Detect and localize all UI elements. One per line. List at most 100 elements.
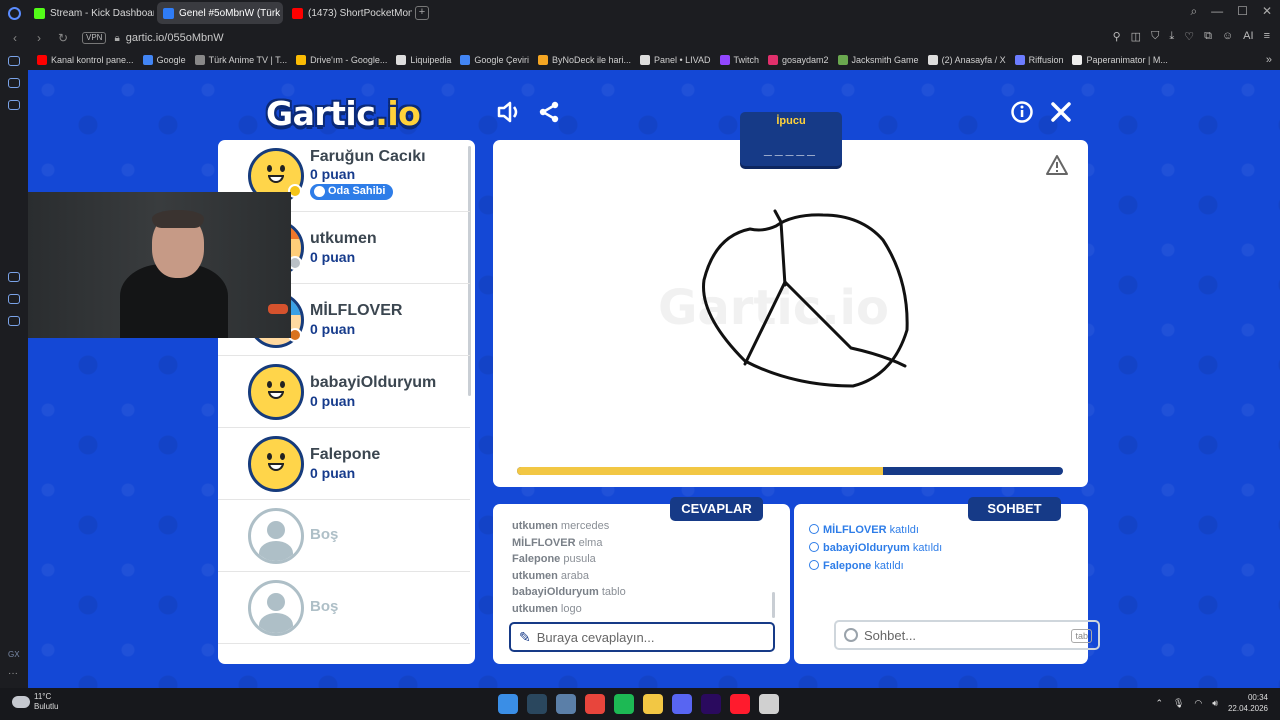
player-row[interactable]: babayiOlduryum 0 puan <box>218 356 470 428</box>
profile-icon[interactable]: ☺ <box>1222 30 1233 43</box>
chat-text: katıldı <box>912 542 943 554</box>
spotify-icon[interactable] <box>614 694 634 714</box>
bookmark-item[interactable]: Twitch <box>719 55 759 65</box>
download-icon[interactable]: ⤓ <box>1169 30 1174 43</box>
wifi-icon[interactable]: ◠ <box>1194 698 1202 709</box>
reload-icon[interactable]: ↻ <box>54 31 72 45</box>
sidebar-messenger-icon[interactable] <box>8 56 20 66</box>
bookmark-item[interactable]: Google Çeviri <box>460 55 529 65</box>
sidebar-gx-icon[interactable]: GX <box>8 650 20 659</box>
pencil-icon: ✎ <box>519 628 531 645</box>
sidebar-clock-icon[interactable] <box>8 272 20 282</box>
app-blue-icon[interactable] <box>556 694 576 714</box>
minimize-icon[interactable]: — <box>1211 4 1223 19</box>
weather-widget[interactable]: 11°C Bulutlu <box>12 692 58 712</box>
player-points: 0 puan <box>310 465 356 481</box>
player-row[interactable]: Falepone 0 puan <box>218 428 470 500</box>
answer-line: Falepone pusula <box>512 553 596 565</box>
volume-icon[interactable]: 🔊︎ <box>1212 698 1218 709</box>
tray-chevron-icon[interactable]: ⌃ <box>1155 698 1163 709</box>
bookmark-item[interactable]: Panel • LIVAD <box>639 55 711 65</box>
answers-scrollbar[interactable] <box>772 592 775 618</box>
bookmark-favicon-icon <box>142 55 153 65</box>
bookmark-item[interactable]: Liquipedia <box>396 55 451 65</box>
address-bar: ‹ › ↻ VPN 🔒︎ gartic.io/055oMbnW ⚲ ◫ ⛉ ⤓ … <box>0 26 1280 50</box>
sidebar-settings-icon[interactable] <box>8 316 20 326</box>
webcam-overlay <box>28 192 291 338</box>
tab-gartic[interactable]: Genel #5oMbnW (Türk <box>157 2 283 24</box>
maximize-icon[interactable]: ☐ <box>1237 4 1248 19</box>
report-warning-icon[interactable] <box>1045 154 1069 176</box>
ai-icon[interactable]: AI <box>1243 30 1253 43</box>
pin-icon[interactable]: ⚲ <box>1113 30 1121 43</box>
lock-icon[interactable]: 🔒︎ <box>114 33 119 44</box>
vpn-badge[interactable]: VPN <box>82 32 107 44</box>
info-icon <box>809 560 819 570</box>
empty-player-slot[interactable]: Boş <box>218 572 470 644</box>
bookmark-item[interactable]: Google <box>142 55 186 65</box>
chat-panel: tab MİLFLOVER katıldıbabayiOlduryum katı… <box>794 504 1100 664</box>
file-explorer-icon[interactable] <box>643 694 663 714</box>
bookmark-item[interactable]: Jacksmith Game <box>837 55 919 65</box>
tab-kick-dashboard[interactable]: Stream - Kick Dashboard <box>28 2 154 24</box>
bookmark-favicon-icon <box>37 55 47 65</box>
tab-answers[interactable]: CEVAPLAR <box>670 497 763 521</box>
bookmark-favicon-icon <box>1072 55 1083 65</box>
chat-input[interactable] <box>864 627 1064 643</box>
close-icon[interactable]: ✕ <box>1262 4 1272 19</box>
opera-icon[interactable] <box>730 694 750 714</box>
bookmark-item[interactable]: Riffusion <box>1014 55 1063 65</box>
menu-icon[interactable]: ≡ <box>1264 30 1270 43</box>
bookmark-item[interactable]: Kanal kontrol pane... <box>37 55 134 65</box>
sidebar-history-icon[interactable] <box>8 78 20 88</box>
search-icon[interactable]: ⌕ <box>1190 4 1197 19</box>
bookmark-item[interactable]: Paperanimator | M... <box>1072 55 1168 65</box>
new-tab-button[interactable]: + <box>415 6 429 20</box>
snapshot-icon[interactable]: ◫ <box>1131 30 1141 43</box>
heart-icon[interactable]: ♡ <box>1184 30 1194 43</box>
premiere-icon[interactable] <box>701 694 721 714</box>
bookmark-item[interactable]: ByNoDeck ile hari... <box>537 55 631 65</box>
shield-icon[interactable]: ⛉ <box>1151 30 1159 43</box>
drawing-canvas[interactable]: Gartic.io <box>493 140 1088 487</box>
sidebar-extensions-icon[interactable] <box>8 294 20 304</box>
answer-line: utkumen araba <box>512 570 589 582</box>
back-icon[interactable]: ‹ <box>6 31 24 45</box>
sound-icon[interactable] <box>494 100 524 130</box>
share-icon[interactable] <box>534 100 564 130</box>
kick-icon <box>34 7 45 19</box>
windows-start-icon[interactable] <box>498 694 518 714</box>
youtube-icon <box>292 7 303 19</box>
answer-input-box: ✎ <box>509 622 775 652</box>
sidebar-bag-icon[interactable] <box>8 100 20 110</box>
sidebar-more-icon[interactable]: ··· <box>8 668 18 679</box>
empty-player-slot[interactable]: Boş <box>218 500 470 572</box>
windows-taskbar: 11°C Bulutlu ⌃ 🎙︎ ◠ 🔊︎ 00:34 22.04.2026 <box>0 688 1280 720</box>
close-game-icon[interactable] <box>1046 100 1076 130</box>
bookmark-item[interactable]: gosaydam2 <box>768 55 829 65</box>
discord-icon[interactable] <box>672 694 692 714</box>
extensions-icon[interactable]: ⧉ <box>1204 30 1212 43</box>
info-icon[interactable] <box>1007 100 1037 130</box>
microphone-icon[interactable]: 🎙︎ <box>1173 698 1184 709</box>
answer-line: MİLFLOVER elma <box>512 537 602 549</box>
bookmarks-more-icon[interactable]: » <box>1266 54 1272 66</box>
forward-icon[interactable]: › <box>30 31 48 45</box>
opera-menu-icon[interactable] <box>0 0 28 26</box>
clock[interactable]: 00:34 22.04.2026 <box>1228 692 1268 714</box>
answer-input[interactable] <box>536 629 737 645</box>
bookmarks-bar: Kanal kontrol pane... Google Türk Anime TV… <box>28 50 1280 70</box>
clock-date: 22.04.2026 <box>1227 704 1268 713</box>
tab-youtube[interactable]: (1473) ShortPocketMonste <box>286 2 412 24</box>
empty-slot-label: Boş <box>310 598 339 615</box>
bookmark-item[interactable]: Türk Anime TV | T... <box>194 55 287 65</box>
github-like-icon[interactable] <box>759 694 779 714</box>
steam-icon[interactable] <box>527 694 547 714</box>
gartic-logo: Gartic.io <box>266 94 421 133</box>
bookmark-item[interactable]: Drive'ım - Google... <box>296 55 387 65</box>
chrome-icon[interactable] <box>585 694 605 714</box>
answer-text: araba <box>560 569 590 582</box>
url-field[interactable]: gartic.io/055oMbnW <box>126 32 224 44</box>
bookmark-item[interactable]: (2) Anasayfa / X <box>927 55 1006 65</box>
tab-chat[interactable]: SOHBET <box>968 497 1061 521</box>
